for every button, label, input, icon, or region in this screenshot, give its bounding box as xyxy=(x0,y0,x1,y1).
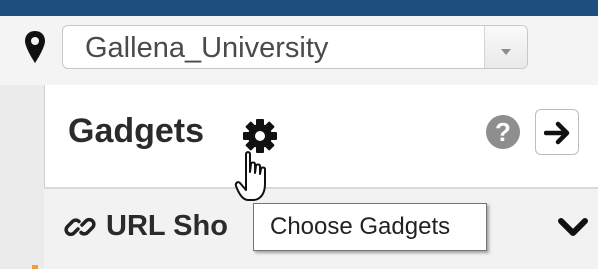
next-button[interactable] xyxy=(535,109,579,155)
chevron-down-icon[interactable] xyxy=(558,217,588,239)
gadget-row-label: URL Sho xyxy=(106,210,228,242)
top-header-bar xyxy=(0,0,598,16)
dropdown-arrow-icon xyxy=(501,49,511,55)
location-dropdown-button[interactable] xyxy=(484,26,527,68)
arrow-right-icon xyxy=(544,121,570,145)
help-icon[interactable]: ? xyxy=(486,115,520,149)
map-marker-icon xyxy=(25,31,45,63)
panel-title: Gadgets xyxy=(68,112,205,150)
link-icon xyxy=(64,217,96,237)
location-select[interactable]: Gallena_University xyxy=(62,25,528,69)
tooltip: Choose Gadgets xyxy=(253,203,487,251)
left-side-strip xyxy=(0,85,44,269)
location-select-value: Gallena_University xyxy=(85,32,329,64)
hand-pointer-icon xyxy=(234,151,266,201)
side-marker xyxy=(32,265,38,269)
